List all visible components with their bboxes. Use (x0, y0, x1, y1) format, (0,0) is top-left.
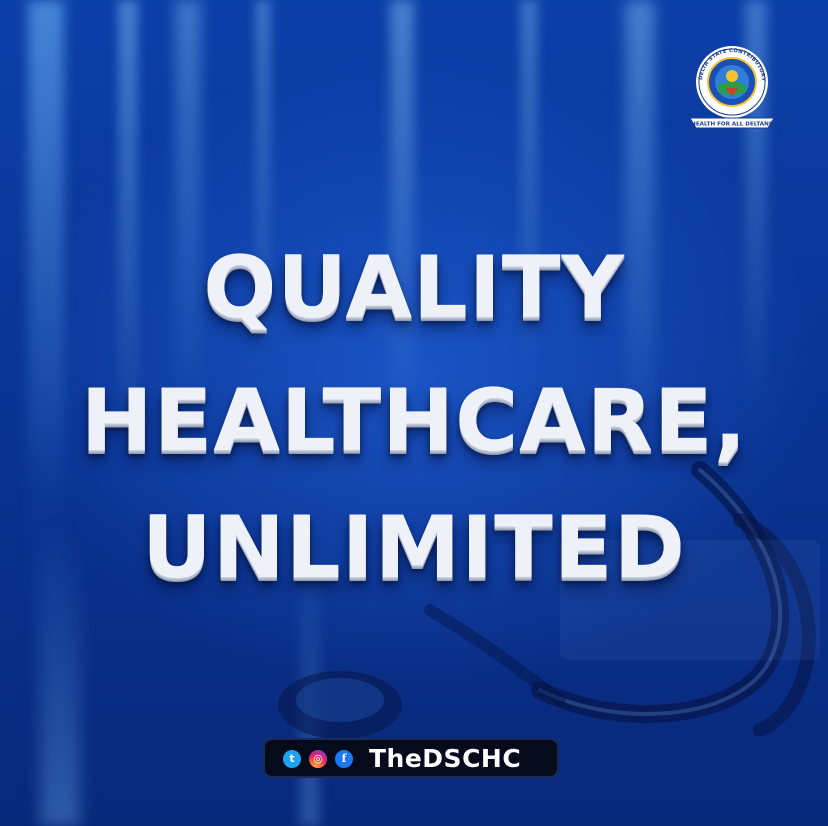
facebook-icon[interactable]: f (335, 750, 353, 768)
seal-motto: HEALTH FOR ALL DELTANS (691, 122, 773, 128)
poster: DELTA STATE CONTRIBUTORY HEALTH COMMISSI… (0, 0, 828, 826)
twitter-icon[interactable]: t (283, 750, 301, 768)
headline-line-2: HEALTHCARE, (80, 371, 748, 471)
headline-line-1: QUALITY (203, 238, 625, 338)
commission-seal-icon: DELTA STATE CONTRIBUTORY HEALTH COMMISSI… (682, 40, 775, 129)
headline-line-3: UNLIMITED (142, 498, 686, 598)
instagram-icon[interactable]: ◎ (309, 750, 327, 768)
social-handle-bar: t ◎ f TheDSCHC (263, 738, 559, 778)
social-handle[interactable]: TheDSCHC (369, 744, 521, 774)
